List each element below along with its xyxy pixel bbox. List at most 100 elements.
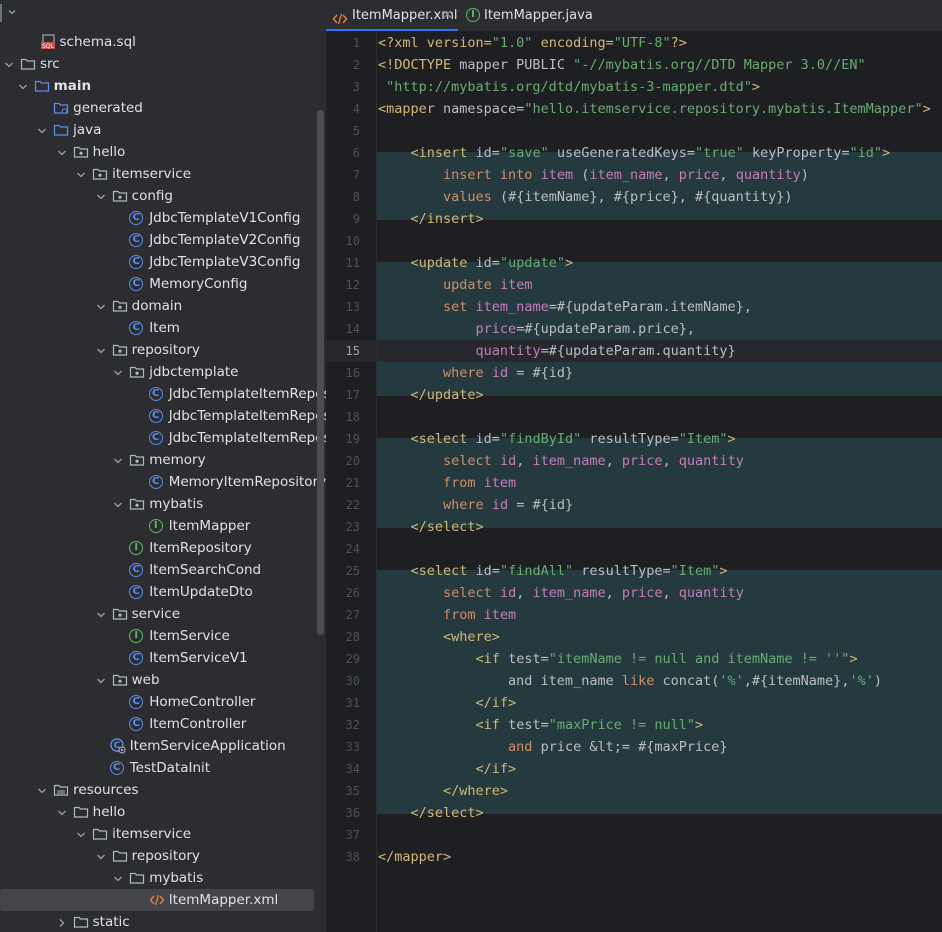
code-line[interactable]: <if test="maxPrice != null">	[378, 714, 704, 736]
chevron-down-icon[interactable]	[74, 167, 88, 181]
chevron-down-icon[interactable]	[94, 343, 108, 357]
line-number[interactable]: 35	[326, 780, 360, 802]
code-line[interactable]: values (#{itemName}, #{price}, #{quantit…	[378, 186, 793, 208]
code-line[interactable]: </mapper>	[378, 846, 451, 868]
code-line[interactable]: <insert id="save" useGeneratedKeys="true…	[378, 142, 891, 164]
code-line[interactable]: <?xml version="1.0" encoding="UTF-8"?>	[378, 32, 687, 54]
line-number[interactable]: 12	[326, 274, 360, 296]
tree-item[interactable]: SQL schema.sql	[0, 31, 326, 53]
line-number[interactable]: 38	[326, 846, 360, 868]
tree-item[interactable]: C Item	[0, 317, 326, 339]
line-number[interactable]: 37	[326, 824, 360, 846]
line-number[interactable]: 5	[326, 120, 360, 142]
line-number[interactable]: 15	[326, 340, 360, 362]
code-line[interactable]: <if test="itemName != null and itemName …	[378, 648, 858, 670]
chevron-down-icon[interactable]	[35, 123, 49, 137]
tree-scrollbar[interactable]	[317, 110, 324, 635]
tree-item[interactable]: C ItemServiceV1	[0, 647, 326, 669]
line-number[interactable]: 14	[326, 318, 360, 340]
code-line[interactable]: </if>	[378, 758, 517, 780]
tree-item[interactable]: I ItemMapper	[0, 515, 326, 537]
tree-item[interactable]: domain	[0, 295, 326, 317]
chevron-down-icon[interactable]	[55, 145, 69, 159]
line-number[interactable]: 27	[326, 604, 360, 626]
tree-item[interactable]: mybatis	[0, 493, 326, 515]
line-number[interactable]: 28	[326, 626, 360, 648]
tree-item[interactable]: itemservice	[0, 823, 326, 845]
line-number[interactable]: 22	[326, 494, 360, 516]
line-number[interactable]: 4	[326, 98, 360, 120]
tree-item[interactable]: I ItemRepository	[0, 537, 326, 559]
code-line[interactable]: <select id="findById" resultType="Item">	[378, 428, 736, 450]
tab-item-mapper-xml[interactable]: ItemMapper.xml ✕	[326, 0, 458, 31]
code-editor[interactable]: ItemMapper.xml ✕ I ItemMapper.java 1 <?xm…	[326, 0, 942, 932]
tree-item[interactable]: src	[0, 53, 326, 75]
chevron-down-icon[interactable]	[55, 805, 69, 819]
code-line[interactable]: and price &lt;= #{maxPrice}	[378, 736, 727, 758]
line-number[interactable]: 11	[326, 252, 360, 274]
tree-item[interactable]: C ItemSearchCond	[0, 559, 326, 581]
close-icon[interactable]: ✕	[442, 0, 453, 31]
chevron-down-icon[interactable]	[74, 827, 88, 841]
chevron-down-icon[interactable]	[94, 849, 108, 863]
chevron-down-icon[interactable]	[94, 299, 108, 313]
code-line[interactable]: select id, item_name, price, quantity	[378, 582, 744, 604]
tree-item[interactable]: web	[0, 669, 326, 691]
tree-item[interactable]: C TestDataInit	[0, 757, 326, 779]
tree-item[interactable]: main	[0, 75, 326, 97]
code-line[interactable]: </select>	[378, 516, 484, 538]
tree-item[interactable]: hello	[0, 141, 326, 163]
code-line[interactable]: where id = #{id}	[378, 494, 573, 516]
line-number[interactable]: 25	[326, 560, 360, 582]
tree-item[interactable]: C JdbcTemplateV1Config	[0, 207, 326, 229]
tree-item[interactable]: C ItemUpdateDto	[0, 581, 326, 603]
line-number[interactable]: 8	[326, 186, 360, 208]
code-line[interactable]: from item	[378, 604, 516, 626]
tree-item[interactable]: C JdbcTemplateV3Config	[0, 251, 326, 273]
tree-item[interactable]: I ItemService	[0, 625, 326, 647]
chevron-down-icon[interactable]	[111, 453, 125, 467]
line-number[interactable]: 18	[326, 406, 360, 428]
tree-item[interactable]: C ItemServiceApplication	[0, 735, 326, 757]
code-line[interactable]: <select id="findAll" resultType="Item">	[378, 560, 728, 582]
tree-item[interactable]: jdbctemplate	[0, 361, 326, 383]
line-number[interactable]: 10	[326, 230, 360, 252]
chevron-down-icon[interactable]	[16, 79, 30, 93]
line-number[interactable]: 36	[326, 802, 360, 824]
code-line[interactable]: </if>	[378, 692, 517, 714]
chevron-down-icon[interactable]	[94, 673, 108, 687]
tree-item[interactable]: C ItemController	[0, 713, 326, 735]
code-line[interactable]: insert into item (item_name, price, quan…	[378, 164, 809, 186]
line-number[interactable]: 21	[326, 472, 360, 494]
code-line[interactable]: <update id="update">	[378, 252, 574, 274]
line-number[interactable]: 33	[326, 736, 360, 758]
chevron-down-icon[interactable]	[94, 607, 108, 621]
chevron-down-icon[interactable]	[2, 57, 16, 71]
line-number[interactable]: 24	[326, 538, 360, 560]
line-number[interactable]: 16	[326, 362, 360, 384]
line-number[interactable]: 23	[326, 516, 360, 538]
code-line[interactable]: and item_name like concat('%',#{itemName…	[378, 670, 882, 692]
tree-item[interactable]: generated	[0, 97, 326, 119]
tree-item[interactable]: ItemMapper.xml	[0, 889, 326, 911]
tree-item[interactable]: java	[0, 119, 326, 141]
line-number[interactable]: 13	[326, 296, 360, 318]
chevron-down-icon[interactable]	[35, 783, 49, 797]
code-line[interactable]: </update>	[378, 384, 484, 406]
line-number[interactable]: 17	[326, 384, 360, 406]
chevron-down-icon[interactable]	[6, 6, 20, 20]
tree-item[interactable]: service	[0, 603, 326, 625]
code-line[interactable]: </insert>	[378, 208, 484, 230]
chevron-down-icon[interactable]	[111, 497, 125, 511]
tree-item[interactable]: hello	[0, 801, 326, 823]
tree-item[interactable]: CJdbcTemplateItemRepositor	[0, 383, 326, 405]
line-number[interactable]: 9	[326, 208, 360, 230]
code-line[interactable]: select id, item_name, price, quantity	[378, 450, 744, 472]
tree-item[interactable]: repository	[0, 339, 326, 361]
line-number[interactable]: 3	[326, 76, 360, 98]
code-line[interactable]: where id = #{id}	[378, 362, 573, 384]
line-number[interactable]: 31	[326, 692, 360, 714]
tree-item[interactable]: memory	[0, 449, 326, 471]
line-number[interactable]: 6	[326, 142, 360, 164]
chevron-down-icon[interactable]	[111, 365, 125, 379]
